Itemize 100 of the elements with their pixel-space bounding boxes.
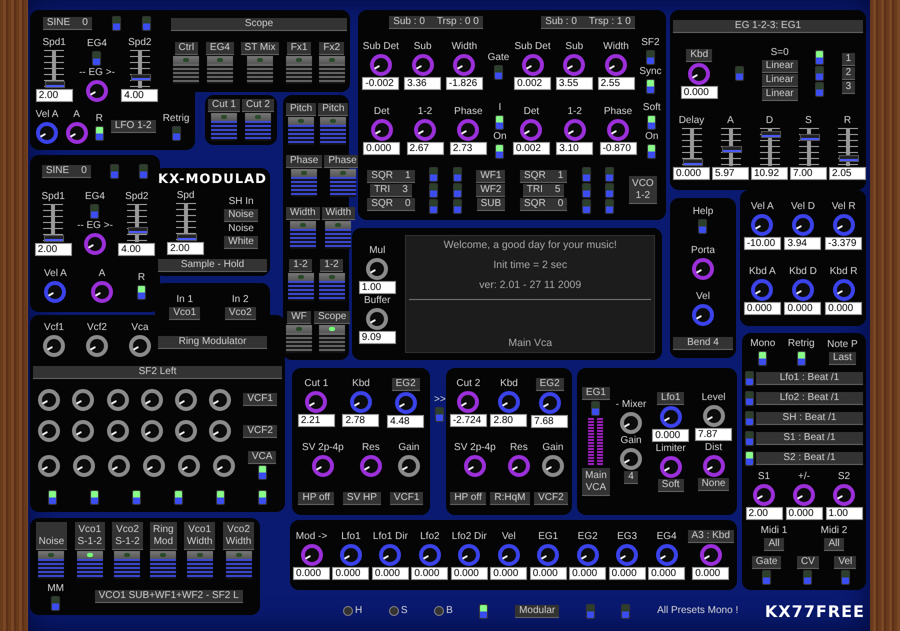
selector-display[interactable]: Lfo2 : Beat /1 <box>756 392 863 405</box>
knob[interactable] <box>209 388 232 411</box>
knob[interactable] <box>607 118 630 141</box>
knob[interactable] <box>174 388 197 411</box>
knob[interactable] <box>379 544 402 566</box>
knob[interactable] <box>656 544 678 566</box>
led-switch[interactable] <box>745 391 754 406</box>
selector-display[interactable]: Pitch <box>286 102 316 116</box>
led-switch[interactable] <box>582 182 591 198</box>
knob[interactable] <box>73 454 96 477</box>
toggle-switch[interactable] <box>320 116 346 144</box>
slider-thumb[interactable] <box>176 234 197 242</box>
knob[interactable] <box>414 118 436 141</box>
knob[interactable] <box>700 544 722 566</box>
knob[interactable] <box>312 455 334 478</box>
toggle-switch[interactable] <box>288 272 314 300</box>
value-field[interactable]: 4.48 <box>387 414 424 428</box>
knob[interactable] <box>418 544 441 566</box>
toggle-switch[interactable] <box>318 56 345 84</box>
knob[interactable] <box>108 454 130 477</box>
led-switch[interactable] <box>435 407 444 422</box>
selector-display[interactable]: 4 <box>624 471 638 484</box>
value-field[interactable]: 0.000 <box>784 302 822 316</box>
led-switch[interactable] <box>735 66 744 82</box>
selector-display[interactable]: EG4 <box>206 42 234 55</box>
toggle-switch[interactable] <box>38 551 64 580</box>
selector-display[interactable]: VCF2 <box>534 492 568 506</box>
knob[interactable] <box>688 62 710 85</box>
selector-display[interactable]: VCO 1-2 <box>629 176 657 204</box>
slider-thumb[interactable] <box>838 155 858 162</box>
knob[interactable] <box>300 544 322 566</box>
toggle-switch[interactable] <box>330 168 356 196</box>
value-field[interactable]: 2.00 <box>34 242 72 256</box>
knob[interactable] <box>366 258 388 280</box>
knob[interactable] <box>537 544 560 566</box>
selector-display[interactable]: SQR 0 <box>520 198 568 211</box>
led-switch[interactable] <box>452 198 462 214</box>
knob[interactable] <box>522 54 544 76</box>
selector-display[interactable]: VCF1 <box>390 492 424 506</box>
knob[interactable] <box>508 455 530 478</box>
selector-display[interactable]: CV <box>796 556 819 569</box>
value-field[interactable]: 2.00 <box>167 242 204 256</box>
value-field[interactable]: 2.00 <box>36 89 73 102</box>
selector-display[interactable]: Fx2 <box>319 42 344 55</box>
knob[interactable] <box>457 391 480 414</box>
knob[interactable] <box>458 544 480 566</box>
selector-display[interactable]: R:HqM <box>490 492 530 506</box>
value-field[interactable]: 4.00 <box>118 242 156 256</box>
value-field[interactable]: -1.826 <box>446 77 483 90</box>
value-field[interactable]: 0.000 <box>673 167 710 180</box>
selector-display[interactable]: WF2 <box>476 184 506 197</box>
knob[interactable] <box>832 279 855 302</box>
led-switch[interactable] <box>745 451 754 466</box>
knob[interactable] <box>340 544 362 566</box>
knob[interactable] <box>702 405 725 427</box>
selector-display[interactable]: Sample - Hold <box>158 258 267 272</box>
knob[interactable] <box>178 454 200 477</box>
selector-display[interactable]: A3 : Kbd <box>688 530 734 543</box>
led-switch[interactable] <box>745 431 754 446</box>
toggle-switch[interactable] <box>206 56 233 84</box>
value-field[interactable]: -0.002 <box>362 77 400 90</box>
toggle-switch[interactable] <box>286 56 312 84</box>
value-field[interactable]: 5.97 <box>712 167 749 180</box>
knob[interactable] <box>209 420 232 442</box>
slider-thumb[interactable] <box>45 81 66 88</box>
value-field[interactable]: 0.002 <box>512 142 550 155</box>
selector-display[interactable]: TRI 5 <box>522 184 564 197</box>
selector-display[interactable]: SINE 0 <box>42 16 92 30</box>
led-switch[interactable] <box>758 351 768 366</box>
selector-display[interactable]: Modular <box>515 604 560 618</box>
knob[interactable] <box>72 388 94 411</box>
selector-display[interactable]: LFO 1-2 <box>110 120 156 134</box>
knob[interactable] <box>366 308 388 330</box>
knob[interactable] <box>66 122 88 144</box>
selector-display[interactable]: Width <box>322 206 356 220</box>
selector-display[interactable]: None <box>698 478 730 491</box>
led-switch[interactable] <box>495 144 504 159</box>
slider-thumb[interactable] <box>682 159 702 166</box>
knob[interactable] <box>84 233 106 256</box>
knob[interactable] <box>616 544 638 566</box>
selector-display[interactable]: 1-2 <box>320 258 343 272</box>
selector-display[interactable]: S1 : Beat /1 <box>756 432 863 445</box>
selector-display[interactable]: VCO1 SUB+WF1+WF2 - SF2 L <box>94 590 243 604</box>
value-field[interactable]: -2.724 <box>450 414 487 428</box>
led-switch[interactable] <box>110 164 120 179</box>
selector-display[interactable]: HP off <box>450 492 486 506</box>
toggle-switch[interactable] <box>245 113 271 141</box>
slider-thumb[interactable] <box>130 74 151 81</box>
knob[interactable] <box>394 392 417 414</box>
value-field[interactable]: 2.55 <box>598 77 635 90</box>
led-switch[interactable] <box>796 351 806 366</box>
selector-display[interactable]: Lfo1 <box>656 392 684 404</box>
knob[interactable] <box>350 391 372 414</box>
value-field[interactable]: 1.00 <box>358 280 396 294</box>
selector-display[interactable]: Phase <box>324 154 361 168</box>
selector-display[interactable]: 1 <box>842 53 856 66</box>
knob[interactable] <box>498 544 520 566</box>
selector-display[interactable]: VCF2 <box>243 424 277 438</box>
led-switch[interactable] <box>646 50 655 66</box>
knob[interactable] <box>86 335 108 358</box>
